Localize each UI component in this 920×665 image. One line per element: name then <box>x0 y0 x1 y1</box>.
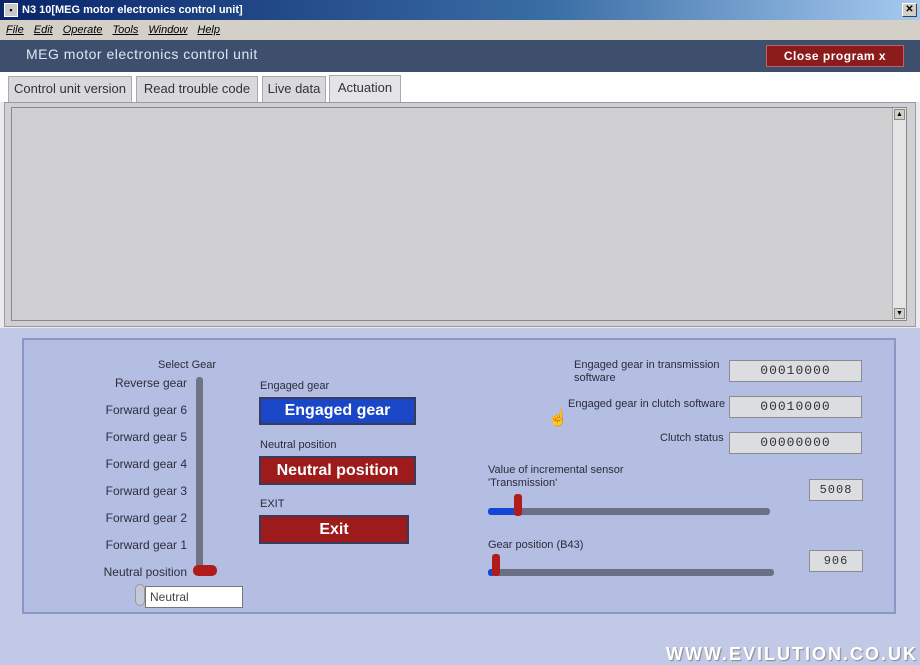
gear-option-3[interactable]: Forward gear 3 <box>57 484 187 498</box>
incremental-sensor-label: Value of incremental sensor 'Transmissio… <box>488 464 624 489</box>
neutral-position-button[interactable]: Neutral position <box>259 456 416 485</box>
exit-button[interactable]: Exit <box>259 515 409 544</box>
menu-tools[interactable]: Tools <box>112 24 138 36</box>
engaged-gear-button[interactable]: Engaged gear <box>259 397 416 425</box>
engaged-trans-field: 00010000 <box>729 360 862 382</box>
engaged-gear-label: Engaged gear <box>260 380 330 392</box>
gear-position-track[interactable] <box>488 569 774 576</box>
exit-label: EXIT <box>260 498 285 510</box>
menu-file[interactable]: File <box>6 24 24 36</box>
incremental-sensor-fill <box>488 508 517 515</box>
tab-actuation[interactable]: Actuation <box>329 75 401 103</box>
gear-option-reverse[interactable]: Reverse gear <box>57 376 187 390</box>
gear-option-2[interactable]: Forward gear 2 <box>57 511 187 525</box>
engaged-clutch-label: Engaged gear in clutch software <box>568 398 726 410</box>
vertical-scrollbar[interactable]: ▲ ▼ <box>892 108 906 320</box>
gear-position-field: 906 <box>809 550 863 572</box>
tab-read-trouble-code[interactable]: Read trouble code <box>136 76 258 102</box>
app-header: MEG motor electronics control unit Close… <box>0 40 920 72</box>
incremental-sensor-track[interactable] <box>488 508 770 515</box>
gear-position-thumb[interactable] <box>491 554 500 576</box>
incremental-sensor-thumb[interactable] <box>514 494 523 516</box>
engaged-clutch-field: 00010000 <box>729 396 862 418</box>
gear-option-4[interactable]: Forward gear 4 <box>57 457 187 471</box>
window-close-icon[interactable]: ✕ <box>902 3 917 17</box>
gear-slider-thumb[interactable] <box>193 565 217 576</box>
gear-value-field[interactable]: Neutral <box>145 586 243 608</box>
gear-slider-track[interactable] <box>196 377 203 572</box>
menu-edit[interactable]: Edit <box>34 24 53 36</box>
incremental-sensor-field: 5008 <box>809 479 863 501</box>
output-frame: ▲ ▼ <box>4 102 916 327</box>
menu-operate[interactable]: Operate <box>63 24 103 36</box>
gear-spin-icon[interactable] <box>135 584 145 606</box>
gear-position-label: Gear position (B43) <box>488 539 584 551</box>
window-title: N3 10[MEG motor electronics control unit… <box>22 4 243 16</box>
gear-option-5[interactable]: Forward gear 5 <box>57 430 187 444</box>
engaged-trans-label: Engaged gear in transmission software <box>574 359 720 384</box>
gear-option-1[interactable]: Forward gear 1 <box>57 538 187 552</box>
gear-option-6[interactable]: Forward gear 6 <box>57 403 187 417</box>
tab-live-data[interactable]: Live data <box>262 76 326 102</box>
tab-strip: Control unit version Read trouble code L… <box>0 72 920 103</box>
output-text-area[interactable]: ▲ ▼ <box>11 107 907 321</box>
app-icon: ▪ <box>4 3 18 17</box>
scroll-down-icon[interactable]: ▼ <box>894 308 905 319</box>
scroll-up-icon[interactable]: ▲ <box>894 109 905 120</box>
gear-option-neutral[interactable]: Neutral position <box>57 565 187 579</box>
window-title-bar: ▪ N3 10[MEG motor electronics control un… <box>0 0 920 20</box>
tab-control-unit-version[interactable]: Control unit version <box>8 76 132 102</box>
neutral-position-label: Neutral position <box>260 439 337 451</box>
menu-bar: File Edit Operate Tools Window Help <box>0 20 920 40</box>
header-title: MEG motor electronics control unit <box>26 46 258 62</box>
select-gear-title: Select Gear <box>158 359 217 371</box>
menu-help[interactable]: Help <box>197 24 220 36</box>
clutch-status-label: Clutch status <box>660 432 724 444</box>
close-program-button[interactable]: Close program x <box>766 45 904 67</box>
menu-window[interactable]: Window <box>148 24 187 36</box>
watermark: WWW.EVILUTION.CO.UK <box>666 644 918 664</box>
clutch-status-field: 00000000 <box>729 432 862 454</box>
hand-cursor-icon: ☝ <box>548 410 568 427</box>
